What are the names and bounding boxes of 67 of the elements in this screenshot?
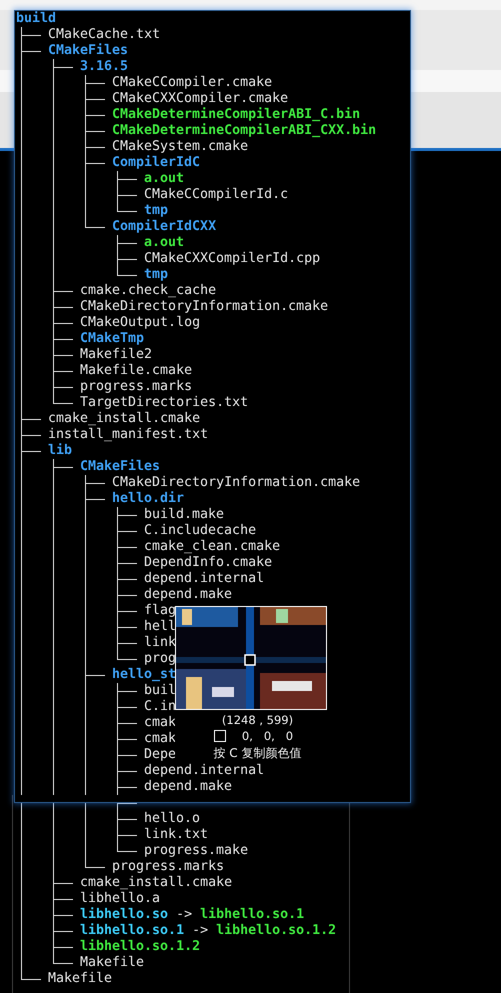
- file-name: CMakeCXXCompiler.cmake: [112, 91, 288, 107]
- directory-name: CMakeFiles: [48, 43, 128, 59]
- file-name: C.includecache: [144, 523, 256, 539]
- file-name: CMakeDirectoryInformation.cmake: [112, 475, 360, 491]
- link-arrow: ->: [176, 907, 192, 923]
- directory-name: CMakeTmp: [80, 331, 144, 347]
- directory-name: CompilerIdCXX: [112, 219, 216, 235]
- file-name: cmak: [144, 715, 176, 731]
- file-name: TargetDirectories.txt: [80, 395, 248, 411]
- file-name: progress.marks: [80, 379, 192, 395]
- file-name: depend.internal: [144, 763, 264, 779]
- cursor-coordinates: (1248 , 599): [222, 713, 294, 727]
- file-name: build.make: [144, 507, 224, 523]
- executable-name: CMakeDetermineCompilerABI_CXX.bin: [112, 123, 376, 139]
- file-name: hello.o: [144, 811, 200, 827]
- executable-name: libhello.so.1.2: [80, 939, 200, 955]
- file-name: link.txt: [144, 827, 208, 843]
- symlink-name: libhello.so.1: [80, 923, 184, 939]
- file-name: cmake_install.cmake: [80, 875, 232, 891]
- file-name: CMakeCache.txt: [48, 27, 160, 43]
- link-target: libhello.so.1: [200, 907, 304, 923]
- file-name: progress.marks: [112, 859, 224, 875]
- file-name: progress.make: [144, 843, 248, 859]
- file-name: depend.make: [144, 779, 232, 795]
- file-name: CMakeDirectoryInformation.cmake: [80, 299, 328, 315]
- file-name: depend.internal: [144, 571, 264, 587]
- file-name: link: [144, 635, 176, 651]
- directory-name: hello_st: [112, 667, 176, 683]
- file-name: buil: [144, 683, 176, 699]
- file-name: install_manifest.txt: [48, 427, 208, 443]
- file-name: cmake.check_cache: [80, 283, 216, 299]
- file-name: depend.make: [144, 587, 232, 603]
- executable-name: CMakeDetermineCompilerABI_C.bin: [112, 107, 360, 123]
- directory-name: CompilerIdC: [112, 155, 200, 171]
- file-name: Makefile: [48, 971, 112, 987]
- file-name: prog: [144, 651, 176, 667]
- file-name: CMakeCCompilerId.c: [144, 187, 288, 203]
- directory-name: build: [16, 11, 56, 27]
- file-name: CMakeCCompiler.cmake: [112, 75, 272, 91]
- directory-name: tmp: [144, 203, 168, 219]
- symlink-name: libhello.so: [80, 907, 168, 923]
- link-arrow: ->: [192, 923, 208, 939]
- file-name: DependInfo.cmake: [144, 555, 272, 571]
- file-name: cmake_clean.cmake: [144, 539, 280, 555]
- link-target: libhello.so.1.2: [216, 923, 336, 939]
- copy-hint: 按 C 复制颜色值: [213, 745, 302, 761]
- file-name: C.in: [144, 699, 176, 715]
- file-name: Makefile: [80, 955, 144, 971]
- file-name: CMakeSystem.cmake: [112, 139, 248, 155]
- file-name: cmake_install.cmake: [48, 411, 200, 427]
- executable-name: a.out: [144, 171, 184, 187]
- file-name: CMakeOutput.log: [80, 315, 200, 331]
- file-name: libhello.a: [80, 891, 160, 907]
- file-name: flag: [144, 603, 176, 619]
- directory-name: lib: [48, 443, 72, 459]
- directory-name: CMakeFiles: [80, 459, 160, 475]
- file-name: hell: [144, 619, 176, 635]
- file-name: Makefile.cmake: [80, 363, 192, 379]
- file-name: Depe: [144, 747, 176, 763]
- file-name: Makefile2: [80, 347, 152, 363]
- executable-name: a.out: [144, 235, 184, 251]
- file-name: CMakeCXXCompilerId.cpp: [144, 251, 320, 267]
- directory-name: tmp: [144, 267, 168, 283]
- directory-name: hello.dir: [112, 491, 184, 507]
- rgb-value: 0, 0, 0: [242, 729, 294, 743]
- file-name: cmak: [144, 731, 176, 747]
- directory-name: 3.16.5: [80, 59, 128, 75]
